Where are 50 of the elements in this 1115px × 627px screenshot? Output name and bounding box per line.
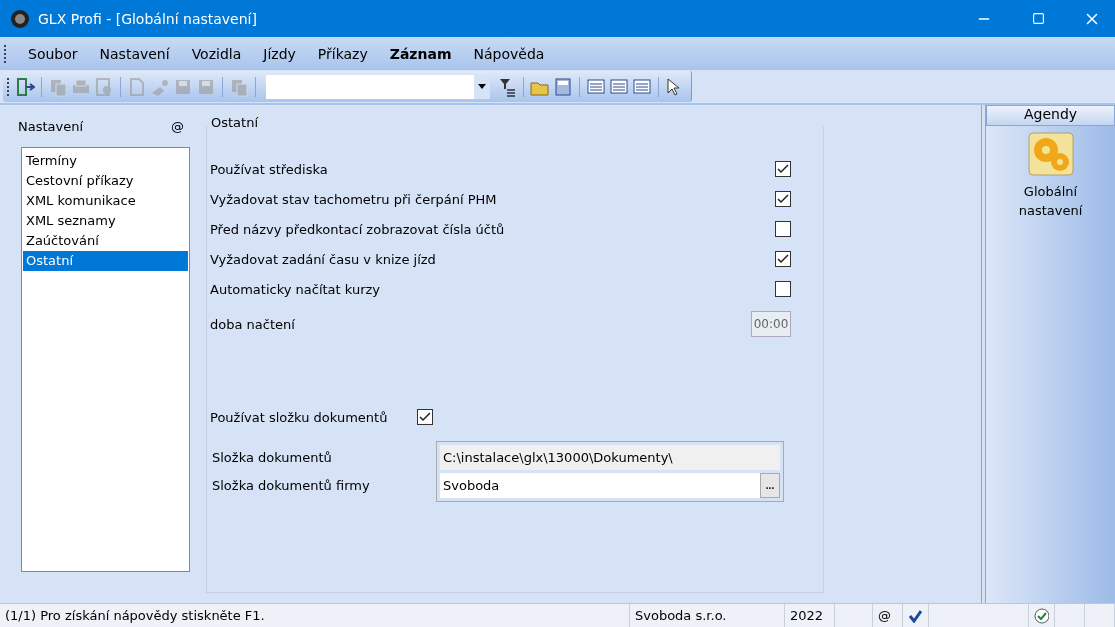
checkbox[interactable] bbox=[775, 161, 791, 177]
path-field[interactable]: C:\instalace\glx\13000\Dokumenty\ bbox=[440, 445, 780, 470]
checkbox[interactable] bbox=[417, 409, 434, 425]
agenda-label[interactable]: Globální nastavení bbox=[1015, 182, 1086, 220]
menu-item[interactable]: Jízdy bbox=[252, 45, 307, 62]
maximize-icon[interactable] bbox=[1031, 12, 1045, 25]
group-title: Nastavení bbox=[18, 118, 84, 134]
menu-item[interactable]: Nastavení bbox=[88, 45, 181, 62]
list-window-icon[interactable] bbox=[609, 76, 629, 97]
panel-header: Agendy bbox=[986, 105, 1115, 126]
browse-button[interactable]: ... bbox=[760, 473, 780, 498]
app-logo-icon bbox=[10, 8, 30, 29]
menu-item[interactable]: Záznam bbox=[378, 45, 463, 62]
checkbox[interactable] bbox=[775, 221, 791, 237]
option-label: Používat střediska bbox=[210, 161, 328, 177]
list-item[interactable]: Zaúčtování bbox=[23, 231, 188, 251]
option-label: Používat složku dokumentů bbox=[210, 409, 388, 425]
menu-item[interactable]: Nápověda bbox=[462, 45, 556, 62]
list-item[interactable]: Termíny bbox=[23, 151, 188, 171]
check-mark-icon bbox=[908, 608, 922, 623]
list-item[interactable]: XML komunikace bbox=[23, 191, 188, 211]
list-item[interactable]: Cestovní příkazy bbox=[23, 171, 188, 191]
time-field[interactable]: 00:00 bbox=[751, 311, 791, 337]
menu-item[interactable]: Vozidla bbox=[180, 45, 253, 62]
at-sign: @ bbox=[878, 608, 891, 623]
list-window-icon[interactable] bbox=[586, 76, 606, 97]
window-title: GLX Profi - [Globální nastavení] bbox=[38, 10, 258, 27]
company-name: Svoboda s.r.o. bbox=[635, 608, 727, 623]
list-item[interactable]: Ostatní bbox=[23, 251, 188, 271]
year-text: 2022 bbox=[790, 608, 824, 623]
filter-icon[interactable] bbox=[497, 76, 517, 97]
field-label: Složka dokumentů bbox=[212, 450, 333, 465]
list-window-icon[interactable] bbox=[632, 76, 652, 97]
status-message: (1/1) Pro získání nápovědy stiskněte F1. bbox=[5, 608, 265, 623]
menu-item[interactable]: Příkazy bbox=[306, 45, 379, 62]
checkbox[interactable] bbox=[775, 281, 791, 297]
option-label: Před názvy předkontací zobrazovat čísla účtů bbox=[210, 221, 505, 237]
input-field[interactable]: Svoboda ... bbox=[440, 473, 780, 498]
list-item[interactable]: XML seznamy bbox=[23, 211, 188, 231]
option-label: Automaticky načítat kurzy bbox=[210, 281, 381, 297]
door-arrow-icon[interactable] bbox=[15, 76, 35, 97]
field-label: Složka dokumentů firmy bbox=[212, 478, 371, 493]
option-label: Vyžadovat stav tachometru při čerpání PHM bbox=[210, 191, 497, 207]
field-label: doba načtení bbox=[210, 316, 295, 332]
checkbox[interactable] bbox=[775, 191, 791, 207]
dropdown-arrow-icon[interactable] bbox=[478, 84, 486, 89]
option-label: Vyžadovat zadání času v knize jízd bbox=[210, 251, 436, 267]
checkbox[interactable] bbox=[775, 251, 791, 267]
menu-item[interactable]: Soubor bbox=[17, 45, 89, 62]
at-sign: @ bbox=[171, 118, 184, 134]
